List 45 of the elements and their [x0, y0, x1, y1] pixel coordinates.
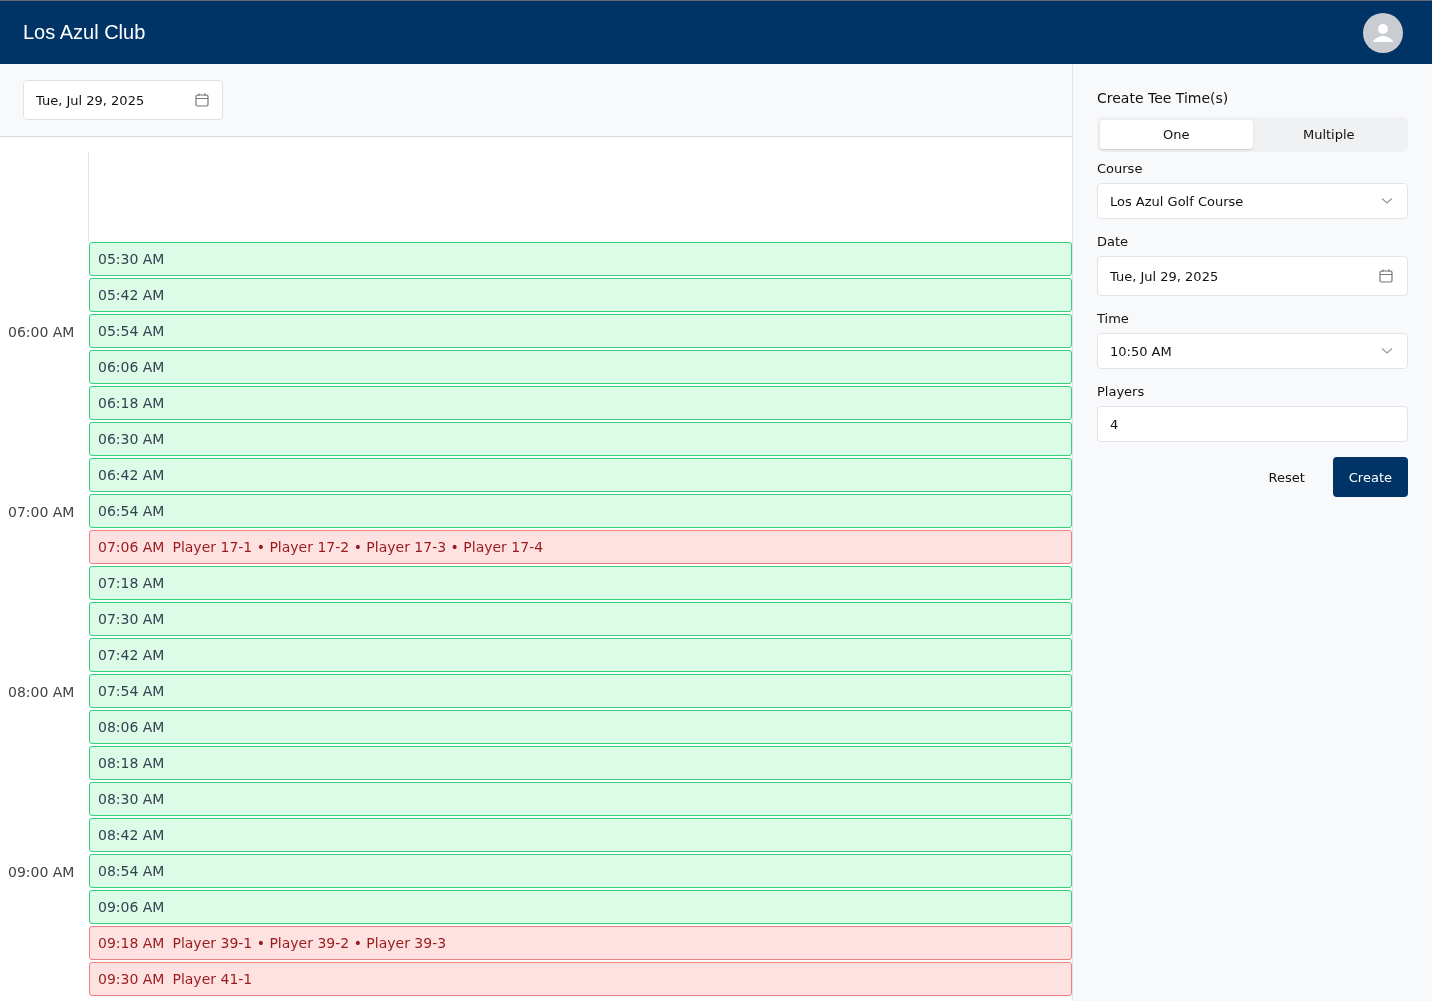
date-picker[interactable]: Tue, Jul 29, 2025: [23, 80, 223, 120]
open-tee-time[interactable]: 06:06 AM: [89, 350, 1072, 384]
open-tee-time[interactable]: 08:30 AM: [89, 782, 1072, 816]
field-label: Course: [1097, 161, 1144, 176]
open-tee-time[interactable]: 05:42 AM: [89, 278, 1072, 312]
open-tee-time[interactable]: 09:06 AM: [89, 890, 1072, 924]
hour-label: 07:00 AM: [7, 504, 75, 520]
open-tee-time[interactable]: 05:54 AM: [89, 314, 1072, 348]
select-field[interactable]: 10:50 AM: [1097, 333, 1408, 369]
mode-tab[interactable]: Multiple: [1252, 120, 1405, 149]
field-label: Time: [1097, 311, 1130, 326]
open-tee-time[interactable]: 06:18 AM: [89, 386, 1072, 420]
open-tee-time[interactable]: 07:54 AM: [89, 674, 1072, 708]
booked-tee-time[interactable]: 07:06 AM Player 17-1 • Player 17-2 • Player 17-3 • Player 17-4: [89, 530, 1072, 564]
select-field[interactable]: Los Azul Golf Course: [1097, 183, 1408, 219]
booked-tee-time[interactable]: 09:18 AM Player 39-1 • Player 39-2 • Player 39-3: [89, 926, 1072, 960]
reset-button[interactable]: Reset: [1252, 457, 1321, 497]
input-field[interactable]: 4: [1097, 406, 1408, 442]
hour-label: 09:00 AM: [7, 864, 75, 880]
open-tee-time[interactable]: 08:42 AM: [89, 818, 1072, 852]
booked-tee-time[interactable]: 09:30 AM Player 41-1: [89, 962, 1072, 996]
open-tee-time[interactable]: 08:54 AM: [89, 854, 1072, 888]
user-avatar-icon[interactable]: [1363, 12, 1403, 53]
open-tee-time[interactable]: 07:42 AM: [89, 638, 1072, 672]
open-tee-time[interactable]: 08:18 AM: [89, 746, 1072, 780]
open-tee-time[interactable]: 06:42 AM: [89, 458, 1072, 492]
field-label: Players: [1097, 384, 1146, 399]
create-button[interactable]: Create: [1332, 457, 1408, 497]
form-title: Create Tee Time(s): [1097, 90, 1230, 106]
open-tee-time[interactable]: 06:54 AM: [89, 494, 1072, 528]
hour-label: 08:00 AM: [7, 684, 75, 700]
date-field[interactable]: Tue, Jul 29, 2025: [1097, 256, 1408, 296]
calendar-icon: [1379, 269, 1393, 283]
open-tee-time[interactable]: 07:30 AM: [89, 602, 1072, 636]
open-tee-time[interactable]: 05:30 AM: [89, 242, 1072, 276]
open-tee-time[interactable]: 07:18 AM: [89, 566, 1072, 600]
hour-label: 06:00 AM: [7, 324, 75, 340]
open-tee-time[interactable]: 08:06 AM: [89, 710, 1072, 744]
field-label: Date: [1097, 234, 1130, 249]
chevron-down-icon: [1381, 197, 1393, 205]
club-title: Los Azul Club: [23, 21, 146, 44]
chevron-down-icon: [1381, 347, 1393, 355]
open-tee-time[interactable]: 06:30 AM: [89, 422, 1072, 456]
calendar-icon: [195, 93, 209, 107]
mode-tab[interactable]: One: [1100, 120, 1253, 149]
